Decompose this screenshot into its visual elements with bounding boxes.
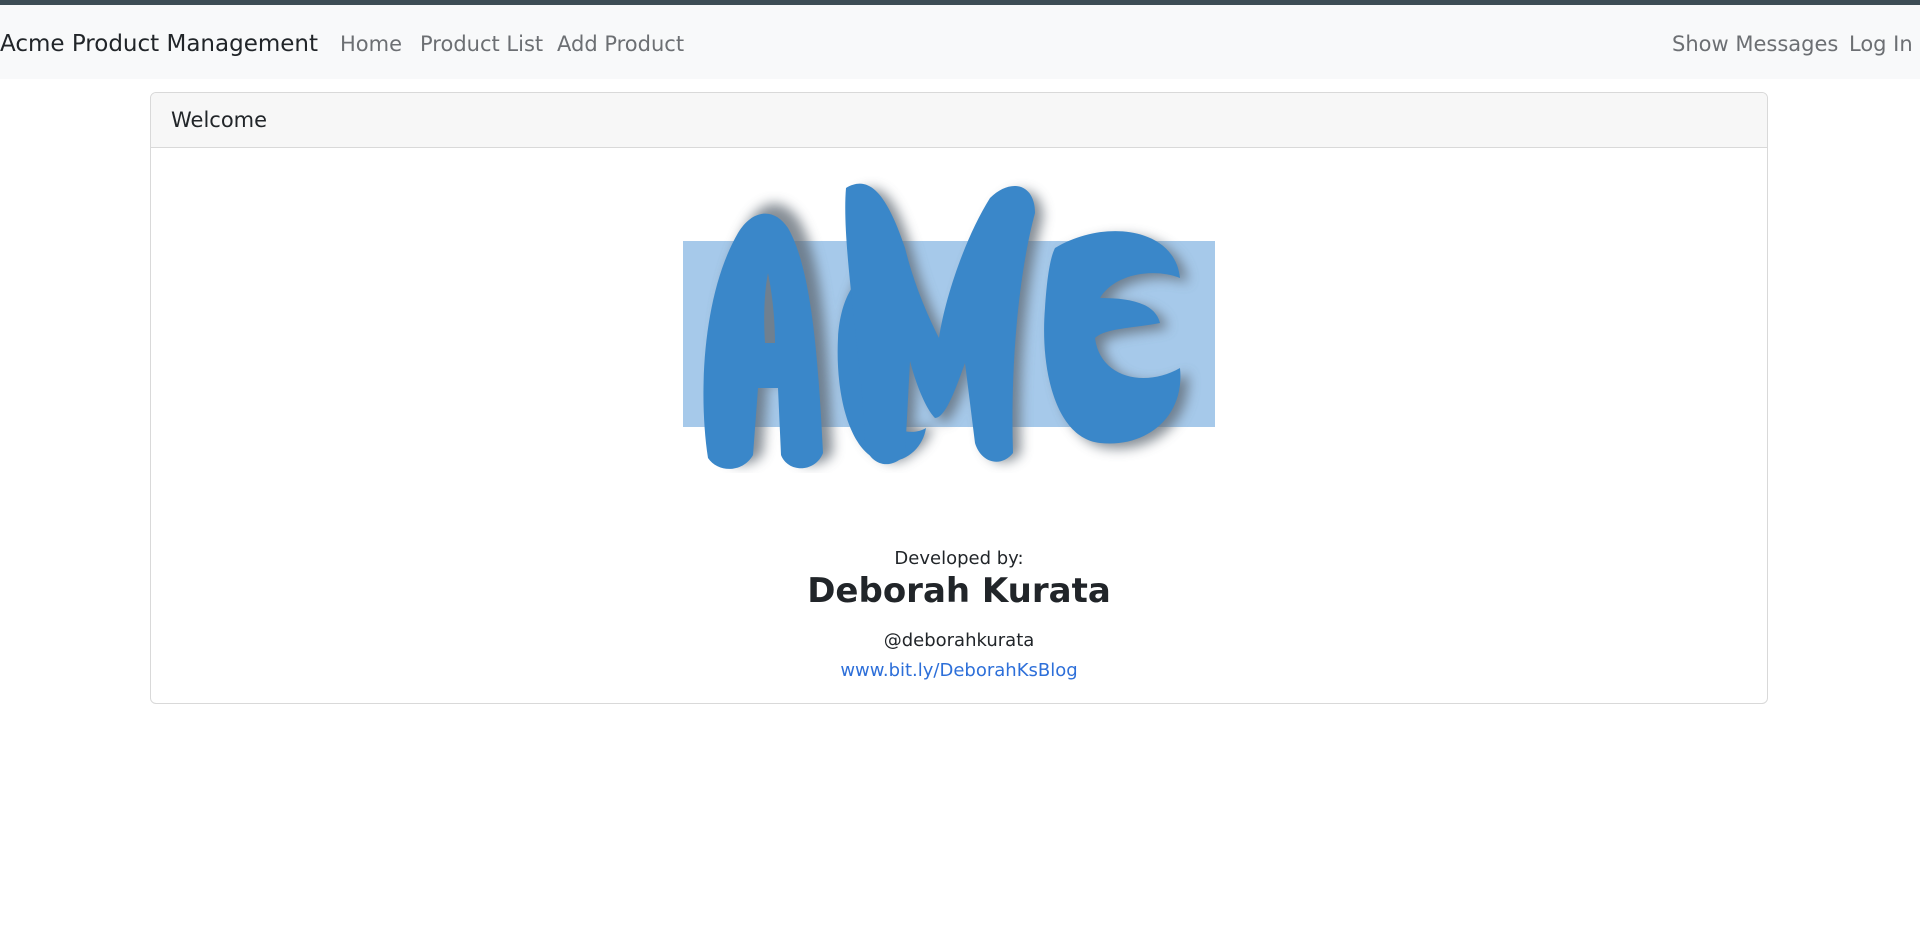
nav-link-product-list[interactable]: Product List: [420, 29, 543, 59]
nav-link-add-product[interactable]: Add Product: [557, 29, 684, 59]
nav-link-home[interactable]: Home: [340, 29, 402, 59]
nav-link-log-in[interactable]: Log In: [1849, 29, 1913, 59]
developer-handle: @deborahkurata: [883, 630, 1035, 651]
navbar: Acme Product Management Home Product Lis…: [0, 5, 1920, 79]
blog-link[interactable]: www.bit.ly/DeborahKsBlog: [840, 660, 1077, 681]
developer-name: Deborah Kurata: [807, 571, 1111, 611]
welcome-card: Welcome Developed by: Deborah Kurata @de…: [150, 92, 1768, 704]
navbar-brand[interactable]: Acme Product Management: [0, 29, 318, 59]
nav-link-show-messages[interactable]: Show Messages: [1672, 29, 1838, 59]
acme-logo-icon: [683, 183, 1215, 469]
blog-link-container: www.bit.ly/DeborahKsBlog: [151, 659, 1767, 683]
card-header: Welcome: [151, 93, 1767, 148]
developed-by-label: Developed by:: [894, 548, 1024, 569]
card-header-title: Welcome: [171, 108, 268, 132]
